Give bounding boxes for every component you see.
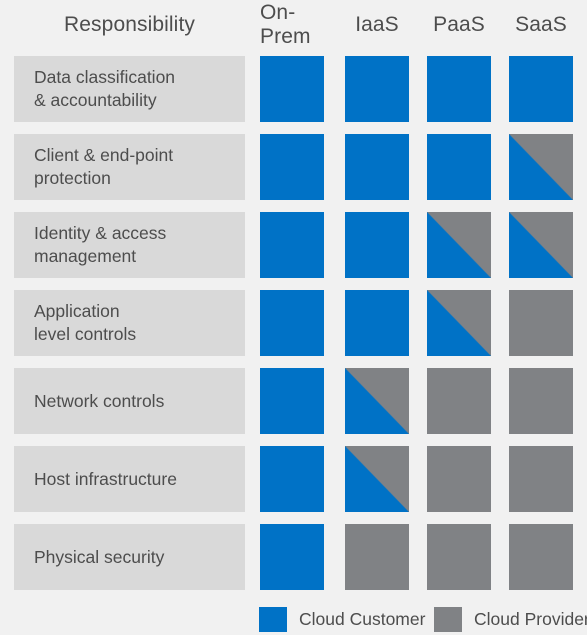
row-label-cell: Data classification & accountability	[14, 56, 245, 122]
matrix-cell-paas-provider	[427, 368, 491, 434]
matrix-row: Physical security	[0, 524, 587, 590]
column-header-responsibility: Responsibility	[64, 13, 195, 36]
matrix-cell-saas-split	[509, 212, 573, 278]
row-label-text: Network controls	[34, 390, 165, 411]
matrix-row: Identity & access management	[0, 212, 587, 278]
matrix-legend: Cloud Customer Cloud Provider	[0, 604, 587, 635]
matrix-cell-saas-provider	[509, 524, 573, 590]
matrix-cell-iaas-customer	[345, 212, 409, 278]
matrix-cell-iaas-customer	[345, 290, 409, 356]
matrix-cell-paas-split	[427, 290, 491, 356]
row-label-cell: Identity & access management	[14, 212, 245, 278]
column-header-on_prem: On-Prem	[260, 1, 311, 48]
matrix-cell-saas-customer	[509, 56, 573, 122]
row-label-cell: Application level controls	[14, 290, 245, 356]
matrix-row: Network controls	[0, 368, 587, 434]
column-header-paas: PaaS	[433, 13, 485, 36]
matrix-cell-saas-provider	[509, 368, 573, 434]
row-label-text: Identity & access management	[34, 223, 167, 266]
matrix-cell-on_prem-customer	[260, 368, 324, 434]
legend-label-cloud-customer: Cloud Customer	[299, 609, 426, 629]
row-label-text: Data classification & accountability	[34, 67, 176, 110]
legend-item-cloud-customer: Cloud Customer	[259, 607, 425, 632]
matrix-cell-saas-provider	[509, 446, 573, 512]
column-header-saas: SaaS	[515, 13, 567, 36]
matrix-cell-paas-provider	[427, 524, 491, 590]
row-label-cell: Physical security	[14, 524, 245, 590]
matrix-cell-paas-customer	[427, 56, 491, 122]
matrix-row: Client & end-point protection	[0, 134, 587, 200]
row-label-cell: Client & end-point protection	[14, 134, 245, 200]
matrix-cell-saas-split	[509, 134, 573, 200]
matrix-cell-on_prem-customer	[260, 290, 324, 356]
matrix-cell-iaas-split	[345, 446, 409, 512]
legend-item-cloud-provider: Cloud Provider	[434, 607, 587, 632]
matrix-cell-paas-customer	[427, 134, 491, 200]
matrix-cell-on_prem-customer	[260, 212, 324, 278]
matrix-cell-iaas-provider	[345, 524, 409, 590]
matrix-cell-on_prem-customer	[260, 446, 324, 512]
matrix-cell-on_prem-customer	[260, 134, 324, 200]
row-label-cell: Host infrastructure	[14, 446, 245, 512]
matrix-header-row: Responsibility On-Prem IaaS PaaS SaaS	[0, 0, 587, 50]
matrix-cell-iaas-split	[345, 368, 409, 434]
legend-swatch-provider-icon	[434, 607, 462, 632]
matrix-cell-iaas-customer	[345, 134, 409, 200]
legend-swatch-customer-icon	[259, 607, 287, 632]
row-label-text: Application level controls	[34, 301, 137, 344]
matrix-row: Data classification & accountability	[0, 56, 587, 122]
row-label-cell: Network controls	[14, 368, 245, 434]
matrix-cell-paas-split	[427, 212, 491, 278]
matrix-cell-paas-provider	[427, 446, 491, 512]
matrix-cell-saas-provider	[509, 290, 573, 356]
matrix-row: Host infrastructure	[0, 446, 587, 512]
matrix-row: Application level controls	[0, 290, 587, 356]
column-header-iaas: IaaS	[355, 13, 399, 36]
matrix-cell-iaas-customer	[345, 56, 409, 122]
row-label-text: Physical security	[34, 546, 165, 567]
shared-responsibility-matrix: Responsibility On-Prem IaaS PaaS SaaS Data …	[0, 0, 587, 635]
matrix-cell-on_prem-customer	[260, 524, 324, 590]
row-label-text: Client & end-point protection	[34, 145, 174, 188]
row-label-text: Host infrastructure	[34, 468, 177, 489]
matrix-cell-on_prem-customer	[260, 56, 324, 122]
legend-label-cloud-provider: Cloud Provider	[474, 609, 587, 629]
